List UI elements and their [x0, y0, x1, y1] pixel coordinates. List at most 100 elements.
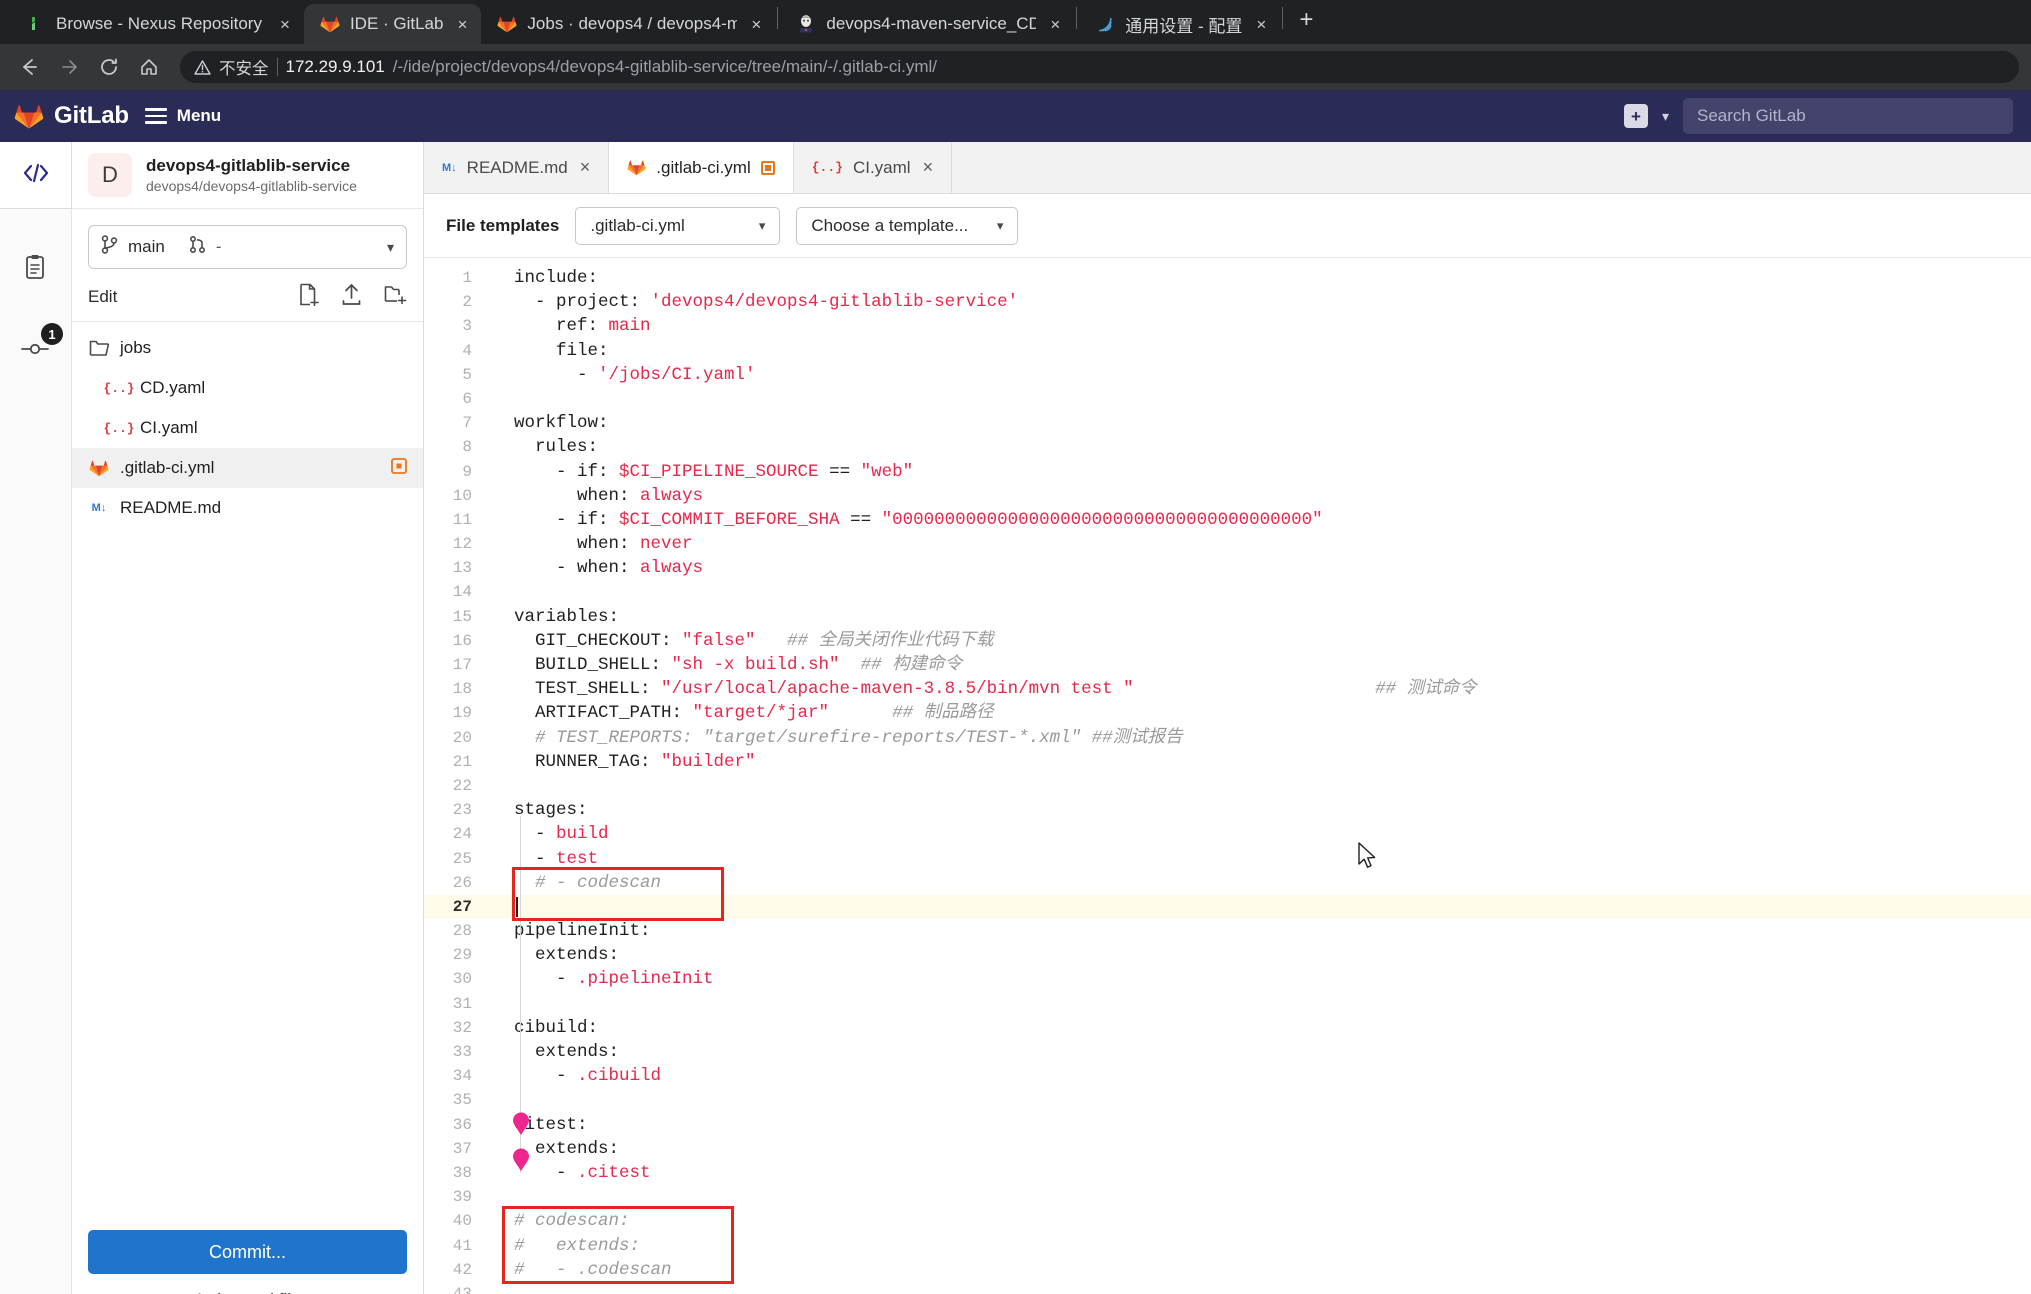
chevron-down-icon[interactable]: ▾: [387, 239, 394, 256]
code-line[interactable]: 13 - when: always: [424, 556, 2031, 580]
code-line-text: stages:: [514, 800, 588, 821]
code-line[interactable]: 25 - test: [424, 847, 2031, 871]
file-tree-file-cd-yaml[interactable]: {..} CD.yaml: [72, 368, 423, 408]
new-tab-button[interactable]: +: [1285, 8, 1327, 36]
choose-template-select[interactable]: Choose a template... ▾: [796, 206, 1019, 245]
code-editor[interactable]: 1 include: 2 - project: 'devops4/devops4-g…: [424, 258, 2031, 1294]
project-path: devops4/devops4-gitlablib-service: [146, 177, 357, 194]
code-line[interactable]: 28 pipelineInit:: [424, 919, 2031, 943]
code-line[interactable]: 31: [424, 992, 2031, 1016]
code-line[interactable]: 2 - project: 'devops4/devops4-gitlablib-…: [424, 290, 2031, 314]
rail-item-edit[interactable]: [15, 249, 55, 289]
editor-tab-ci-yaml[interactable]: {..} CI.yaml ×: [793, 142, 953, 193]
code-line[interactable]: 6: [424, 387, 2031, 411]
gitlab-logo-link[interactable]: GitLab: [14, 101, 129, 131]
code-line[interactable]: 21 RUNNER_TAG: "builder": [424, 750, 2031, 774]
file-tree-file-ci-yaml[interactable]: {..} CI.yaml: [72, 408, 423, 448]
code-line[interactable]: 39: [424, 1185, 2031, 1209]
code-line[interactable]: 19 ARTIFACT_PATH: "target/*jar" ## 制品路径: [424, 701, 2031, 725]
close-icon[interactable]: ×: [276, 16, 294, 33]
code-line[interactable]: 1 include:: [424, 266, 2031, 290]
line-number: 18: [452, 680, 472, 699]
close-icon[interactable]: ×: [747, 16, 765, 33]
code-line[interactable]: 12 when: never: [424, 532, 2031, 556]
tab-divider: [1076, 7, 1078, 29]
code-line[interactable]: 3 ref: main: [424, 314, 2031, 338]
branch-selector[interactable]: main - ▾: [88, 225, 407, 269]
code-content[interactable]: 1 include: 2 - project: 'devops4/devops4-g…: [424, 258, 2031, 1294]
close-icon[interactable]: ×: [1046, 16, 1064, 33]
search-input[interactable]: Search GitLab: [1683, 98, 2013, 134]
code-line[interactable]: 38 - .citest: [424, 1161, 2031, 1185]
code-line[interactable]: 16 GIT_CHECKOUT: "false" ## 全局关闭作业代码下载: [424, 629, 2031, 653]
line-number: 26: [452, 873, 472, 892]
code-line[interactable]: 42 # - .codescan: [424, 1258, 2031, 1282]
code-line[interactable]: 27: [424, 894, 2031, 920]
browser-tab-jobs[interactable]: Jobs · devops4 / devops4-mav ×: [481, 4, 775, 44]
close-icon[interactable]: ×: [453, 16, 471, 33]
new-file-icon[interactable]: [298, 283, 319, 311]
code-line[interactable]: 9 - if: $CI_PIPELINE_SOURCE == "web": [424, 460, 2031, 484]
browser-tab-ide-gitlab[interactable]: IDE · GitLab ×: [303, 4, 482, 44]
code-line[interactable]: 7 workflow:: [424, 411, 2031, 435]
code-line[interactable]: 30 - .pipelineInit: [424, 967, 2031, 991]
commit-button[interactable]: Commit...: [88, 1230, 407, 1274]
browser-tab-sonarqube-settings[interactable]: 通用设置 - 配置 ×: [1079, 4, 1280, 44]
close-icon[interactable]: ×: [1252, 16, 1270, 33]
code-line[interactable]: 34 - .cibuild: [424, 1064, 2031, 1088]
code-line[interactable]: 24 - build: [424, 822, 2031, 846]
code-line[interactable]: 36 citest:: [424, 1113, 2031, 1137]
code-line[interactable]: 22: [424, 774, 2031, 798]
main-menu-button[interactable]: Menu: [144, 106, 221, 126]
address-bar[interactable]: 不安全 172.29.9.101 /-/ide/project/devops4/d…: [180, 51, 2019, 83]
code-line[interactable]: 35: [424, 1088, 2031, 1112]
editor-tab-gitlab-ci-yml[interactable]: .gitlab-ci.yml: [609, 142, 794, 193]
template-type-select[interactable]: .gitlab-ci.yml ▾: [575, 206, 781, 245]
code-line[interactable]: 5 - '/jobs/CI.yaml': [424, 363, 2031, 387]
upload-icon[interactable]: [341, 283, 362, 311]
code-line[interactable]: 18 TEST_SHELL: "/usr/local/apache-maven-…: [424, 677, 2031, 701]
editor-tab-readme-md[interactable]: M↓ README.md ×: [424, 142, 610, 193]
new-folder-icon[interactable]: [384, 283, 407, 311]
code-brackets-icon[interactable]: [23, 162, 49, 189]
browser-tab-jenkins-cd[interactable]: devops4-maven-service_CD #3 ×: [780, 4, 1074, 44]
code-line[interactable]: 43: [424, 1282, 2031, 1294]
file-tree-file-readme-md[interactable]: M↓ README.md: [72, 488, 423, 528]
code-line[interactable]: 14: [424, 580, 2031, 604]
line-number: 39: [452, 1188, 472, 1207]
code-line[interactable]: 37 extends:: [424, 1137, 2031, 1161]
modified-indicator-icon[interactable]: [760, 160, 775, 175]
file-tree-folder-jobs[interactable]: jobs: [72, 328, 423, 368]
code-line[interactable]: 33 extends:: [424, 1040, 2031, 1064]
rail-item-commit[interactable]: 1: [15, 323, 63, 371]
code-line-text: # - codescan: [514, 872, 662, 893]
close-icon[interactable]: ×: [578, 157, 591, 178]
forward-icon[interactable]: [52, 50, 86, 84]
file-tree-label: README.md: [120, 498, 222, 517]
code-line[interactable]: 8 rules:: [424, 435, 2031, 459]
chevron-down-icon[interactable]: ▾: [1662, 108, 1669, 125]
code-line[interactable]: 29 extends:: [424, 943, 2031, 967]
create-new-button[interactable]: +: [1623, 104, 1648, 128]
gitlab-icon: [497, 16, 517, 33]
code-line[interactable]: 23 stages:: [424, 798, 2031, 822]
code-line[interactable]: 17 BUILD_SHELL: "sh -x build.sh" ## 构建命令: [424, 653, 2031, 677]
file-tree-file-gitlab-ci-yml[interactable]: .gitlab-ci.yml: [72, 448, 423, 488]
code-line[interactable]: 32 cibuild:: [424, 1016, 2031, 1040]
code-line[interactable]: 40 # codescan:: [424, 1209, 2031, 1233]
code-line[interactable]: 20 # TEST_REPORTS: "target/surefire-repo…: [424, 726, 2031, 750]
code-line[interactable]: 4 file:: [424, 339, 2031, 363]
code-line[interactable]: 26 # - codescan: [424, 871, 2031, 895]
back-icon[interactable]: [12, 50, 46, 84]
home-icon[interactable]: [132, 50, 166, 84]
close-icon[interactable]: ×: [921, 157, 934, 178]
code-line[interactable]: 10 when: always: [424, 484, 2031, 508]
line-number: 23: [452, 801, 472, 820]
code-line[interactable]: 15 variables:: [424, 605, 2031, 629]
browser-tab-nexus[interactable]: Browse - Nexus Repository Ma ×: [10, 4, 304, 44]
code-line[interactable]: 11 - if: $CI_COMMIT_BEFORE_SHA == "00000…: [424, 508, 2031, 532]
reload-icon[interactable]: [92, 50, 126, 84]
code-line[interactable]: 41 # extends:: [424, 1234, 2031, 1258]
template-type-value: .gitlab-ci.yml: [590, 215, 685, 235]
line-number: 1: [462, 269, 472, 287]
